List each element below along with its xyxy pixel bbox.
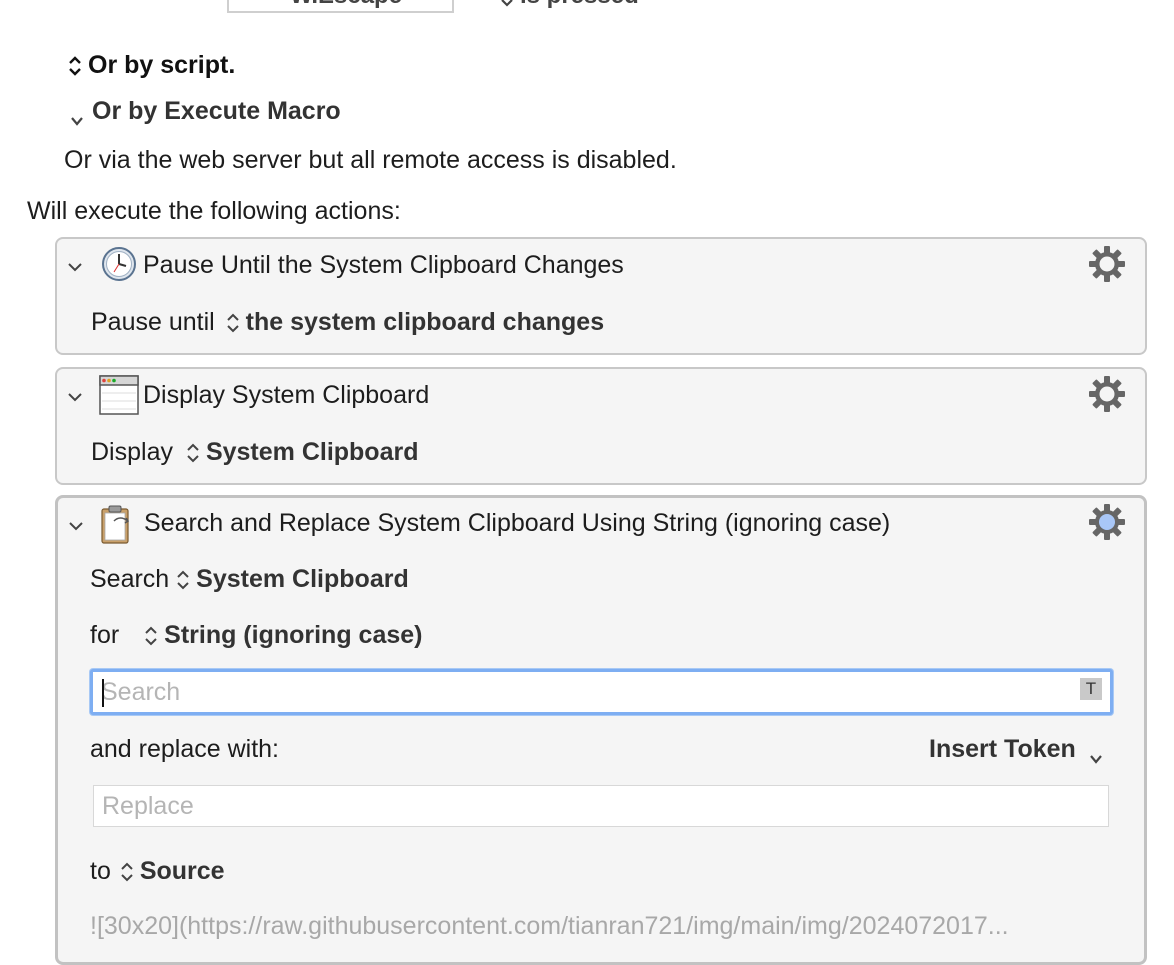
clock-icon [101,246,137,287]
pause-until-row: Pause until the system clipboard changes [91,308,605,336]
chevron-down-icon [70,105,84,127]
action-display-clipboard[interactable]: Display System Clipboard Display System … [55,367,1147,485]
pause-condition-popup[interactable]: the system clipboard changes [222,308,604,336]
gear-icon[interactable] [1087,374,1127,419]
updown-icon [500,0,514,9]
updown-icon [68,54,82,78]
chevron-down-icon[interactable] [67,259,83,280]
trigger-by-execute-macro[interactable]: Or by Execute Macro [70,96,341,127]
source-preview: ![30x20](https://raw.githubusercontent.c… [90,912,1009,940]
insert-token-menu[interactable]: Insert Token [929,734,1103,765]
for-row: for String (ignoring case) [90,621,423,649]
actions-heading: Will execute the following actions: [27,197,401,225]
text-cursor [102,679,104,707]
match-type-popup[interactable]: String (ignoring case) [144,621,423,649]
display-row: Display System Clipboard [91,438,419,466]
to-row: to Source [90,857,225,885]
updown-icon [176,568,190,592]
updown-icon [120,860,134,884]
action-title: Search and Replace System Clipboard Usin… [144,509,891,537]
chevron-down-icon [1089,743,1103,765]
token-icon[interactable]: T [1080,678,1102,700]
hotkey-field-label: W.Escape [290,0,402,10]
action-title: Display System Clipboard [143,381,430,409]
destination-popup[interactable]: Source [118,857,225,885]
window-icon [99,375,139,420]
action-pause-until[interactable]: Pause Until the System Clipboard Changes… [55,237,1147,355]
search-row: Search System Clipboard [90,565,409,593]
action-title: Pause Until the System Clipboard Changes [143,251,624,279]
web-server-note: Or via the web server but all remote acc… [64,146,677,174]
updown-icon [226,311,240,335]
search-input[interactable] [93,672,1053,712]
gear-icon[interactable] [1087,244,1127,289]
clipboard-icon [100,505,136,550]
trigger-by-script[interactable]: Or by script. [68,50,235,80]
chevron-down-icon[interactable] [67,389,83,410]
search-field[interactable]: T [90,669,1113,715]
chevron-down-icon[interactable] [68,518,84,539]
replace-label: and replace with: [90,735,280,763]
gear-icon[interactable] [1087,502,1127,547]
replace-input[interactable] [94,786,1054,826]
display-target-popup[interactable]: System Clipboard [180,438,419,466]
replace-field[interactable] [93,785,1109,827]
pressed-popup[interactable]: is pressed [500,0,639,10]
search-target-popup[interactable]: System Clipboard [176,565,409,593]
updown-icon [144,624,158,648]
updown-icon [186,441,200,465]
